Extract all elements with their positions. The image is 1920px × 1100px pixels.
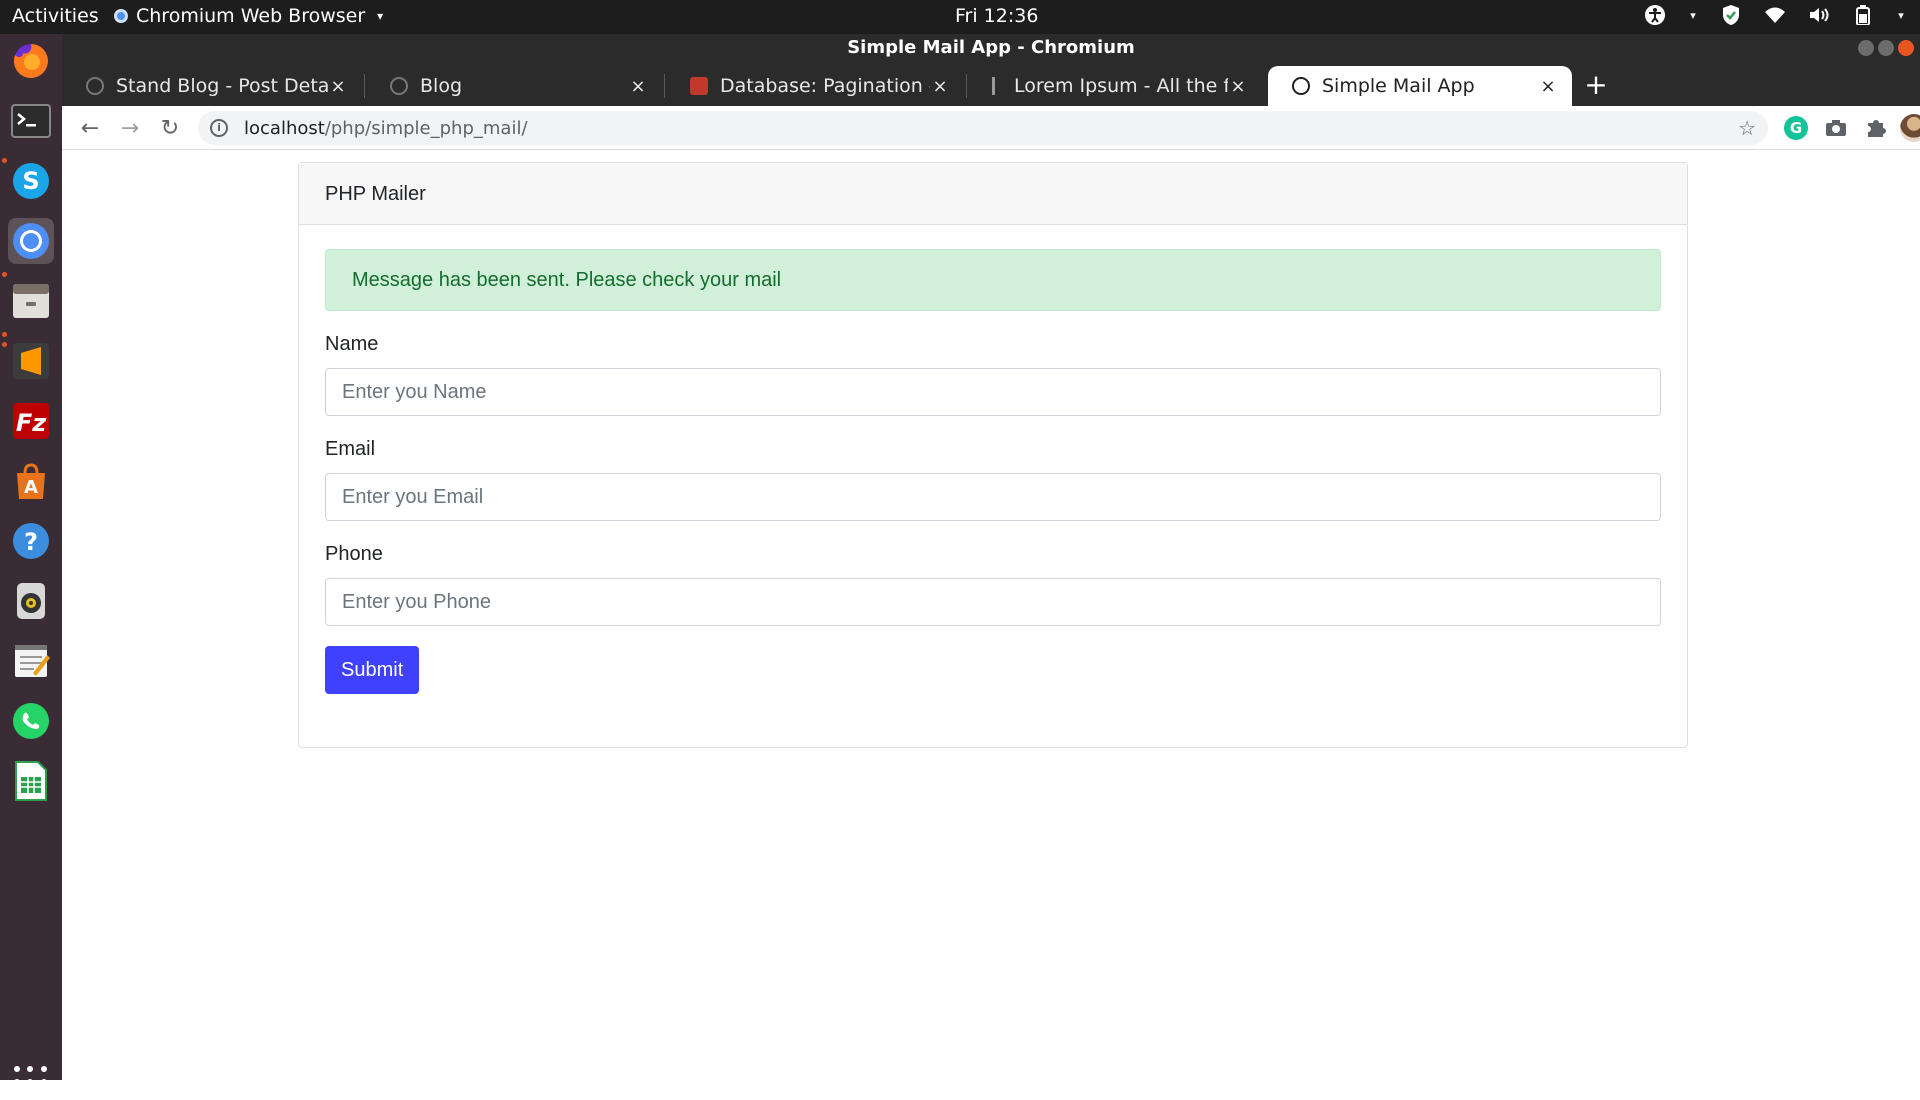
lipsum-icon bbox=[992, 77, 1002, 95]
sublime-text-icon[interactable] bbox=[8, 338, 54, 384]
url-text[interactable]: localhost/php/simple_php_mail/ bbox=[244, 118, 528, 139]
help-icon[interactable]: ? bbox=[8, 518, 54, 564]
laravel-icon bbox=[690, 77, 708, 95]
battery-icon[interactable] bbox=[1852, 4, 1874, 26]
globe-icon bbox=[1292, 77, 1310, 95]
svg-text:Fz: Fz bbox=[16, 409, 47, 437]
caret-down-icon: ▾ bbox=[377, 9, 384, 23]
tab-blog[interactable]: Blog × bbox=[366, 66, 662, 106]
tab-title: Database: Pagination - Laravel bbox=[720, 75, 930, 97]
running-indicator bbox=[2, 158, 7, 163]
name-input[interactable] bbox=[325, 368, 1661, 416]
browser-toolbar: ← → ↻ i localhost/php/simple_php_mail/ ☆… bbox=[62, 106, 1920, 150]
url-host: localhost bbox=[244, 118, 325, 139]
name-label: Name bbox=[325, 333, 379, 355]
mailer-card: PHP Mailer Message has been sent. Please… bbox=[298, 162, 1688, 748]
card-title: PHP Mailer bbox=[299, 163, 1687, 225]
window-title-bar: Simple Mail App - Chromium bbox=[62, 34, 1920, 62]
tab-stand-blog[interactable]: Stand Blog - Post Details × bbox=[62, 66, 362, 106]
clock[interactable]: Fri 12:36 bbox=[955, 5, 1038, 27]
tab-separator bbox=[664, 74, 665, 98]
success-alert: Message has been sent. Please check your… bbox=[325, 249, 1661, 311]
phone-group: Phone bbox=[325, 543, 1661, 626]
extensions-puzzle-icon[interactable] bbox=[1862, 114, 1890, 142]
address-bar[interactable]: i localhost/php/simple_php_mail/ ☆ bbox=[198, 111, 1768, 145]
camera-icon[interactable] bbox=[1822, 114, 1850, 142]
minimize-button[interactable] bbox=[1858, 40, 1874, 56]
email-label: Email bbox=[325, 438, 376, 460]
tab-simple-mail-app[interactable]: Simple Mail App × bbox=[1268, 66, 1572, 106]
svg-text:?: ? bbox=[24, 528, 38, 556]
files-icon[interactable] bbox=[8, 278, 54, 324]
profile-avatar[interactable] bbox=[1900, 114, 1920, 142]
activities-button[interactable]: Activities bbox=[12, 5, 99, 27]
show-applications-icon[interactable] bbox=[14, 1066, 48, 1100]
tab-title: Lorem Ipsum - All the facts - Lipsum gen… bbox=[1014, 75, 1228, 97]
tab-title: Blog bbox=[420, 75, 462, 97]
wifi-icon[interactable] bbox=[1764, 4, 1786, 26]
close-window-button[interactable] bbox=[1898, 40, 1914, 56]
svg-text:S: S bbox=[22, 167, 39, 195]
shield-icon[interactable] bbox=[1720, 4, 1742, 26]
phone-label: Phone bbox=[325, 543, 383, 565]
globe-icon bbox=[86, 77, 104, 95]
svg-text:A: A bbox=[24, 477, 38, 498]
card-body: Message has been sent. Please check your… bbox=[299, 225, 1687, 718]
caret-down-icon: ▾ bbox=[1898, 8, 1904, 22]
phone-input[interactable] bbox=[325, 578, 1661, 626]
running-indicator bbox=[2, 332, 7, 337]
tab-separator bbox=[364, 74, 365, 98]
app-menu[interactable]: Chromium Web Browser ▾ bbox=[114, 5, 383, 27]
caret-down-icon: ▾ bbox=[1690, 8, 1696, 22]
globe-icon bbox=[390, 77, 408, 95]
spreadsheet-icon[interactable] bbox=[8, 758, 54, 804]
url-path: /php/simple_php_mail/ bbox=[324, 118, 528, 139]
accessibility-icon[interactable] bbox=[1644, 4, 1666, 26]
software-center-icon[interactable]: A bbox=[8, 458, 54, 504]
chromium-icon[interactable] bbox=[8, 218, 54, 264]
tab-strip: Stand Blog - Post Details × Blog × Datab… bbox=[62, 62, 1920, 106]
ubuntu-dock: S Fz A ? bbox=[0, 34, 62, 1099]
forward-button[interactable]: → bbox=[116, 114, 144, 142]
reload-button[interactable]: ↻ bbox=[156, 114, 184, 142]
running-indicator bbox=[2, 342, 7, 347]
new-tab-button[interactable]: + bbox=[1580, 70, 1612, 102]
close-tab-button[interactable]: × bbox=[628, 76, 648, 97]
close-tab-button[interactable]: × bbox=[930, 76, 950, 97]
gnome-top-bar: Activities Chromium Web Browser ▾ Fri 12… bbox=[0, 0, 1920, 34]
rhythmbox-icon[interactable] bbox=[8, 578, 54, 624]
tab-title: Simple Mail App bbox=[1322, 75, 1475, 97]
firefox-icon[interactable] bbox=[8, 38, 54, 84]
volume-icon[interactable] bbox=[1808, 4, 1830, 26]
back-button[interactable]: ← bbox=[76, 114, 104, 142]
chromium-app-icon bbox=[114, 9, 128, 23]
app-menu-label: Chromium Web Browser bbox=[136, 5, 366, 27]
email-input[interactable] bbox=[325, 473, 1661, 521]
tab-separator bbox=[966, 74, 967, 98]
close-tab-button[interactable]: × bbox=[328, 76, 348, 97]
bookmark-star-icon[interactable]: ☆ bbox=[1738, 116, 1756, 140]
window-controls bbox=[1858, 40, 1914, 56]
whatsapp-icon[interactable] bbox=[8, 698, 54, 744]
name-group: Name bbox=[325, 333, 1661, 416]
tab-lorem-ipsum[interactable]: Lorem Ipsum - All the facts - Lipsum gen… bbox=[968, 66, 1262, 106]
close-tab-button[interactable]: × bbox=[1538, 76, 1558, 97]
maximize-button[interactable] bbox=[1878, 40, 1894, 56]
site-info-icon[interactable]: i bbox=[210, 119, 228, 137]
tab-laravel-pagination[interactable]: Database: Pagination - Laravel × bbox=[666, 66, 964, 106]
filezilla-icon[interactable]: Fz bbox=[8, 398, 54, 444]
terminal-icon[interactable] bbox=[8, 98, 54, 144]
close-tab-button[interactable]: × bbox=[1228, 76, 1248, 97]
text-editor-icon[interactable] bbox=[8, 638, 54, 684]
page-viewport: PHP Mailer Message has been sent. Please… bbox=[62, 150, 1920, 1080]
running-indicator bbox=[2, 272, 7, 277]
grammarly-icon[interactable]: G bbox=[1782, 114, 1810, 142]
system-tray[interactable]: ▾ ▾ bbox=[1644, 4, 1906, 26]
window-title: Simple Mail App - Chromium bbox=[847, 37, 1135, 58]
tab-title: Stand Blog - Post Details bbox=[116, 75, 328, 97]
email-group: Email bbox=[325, 438, 1661, 521]
skype-icon[interactable]: S bbox=[8, 158, 54, 204]
submit-button[interactable]: Submit bbox=[325, 646, 420, 694]
